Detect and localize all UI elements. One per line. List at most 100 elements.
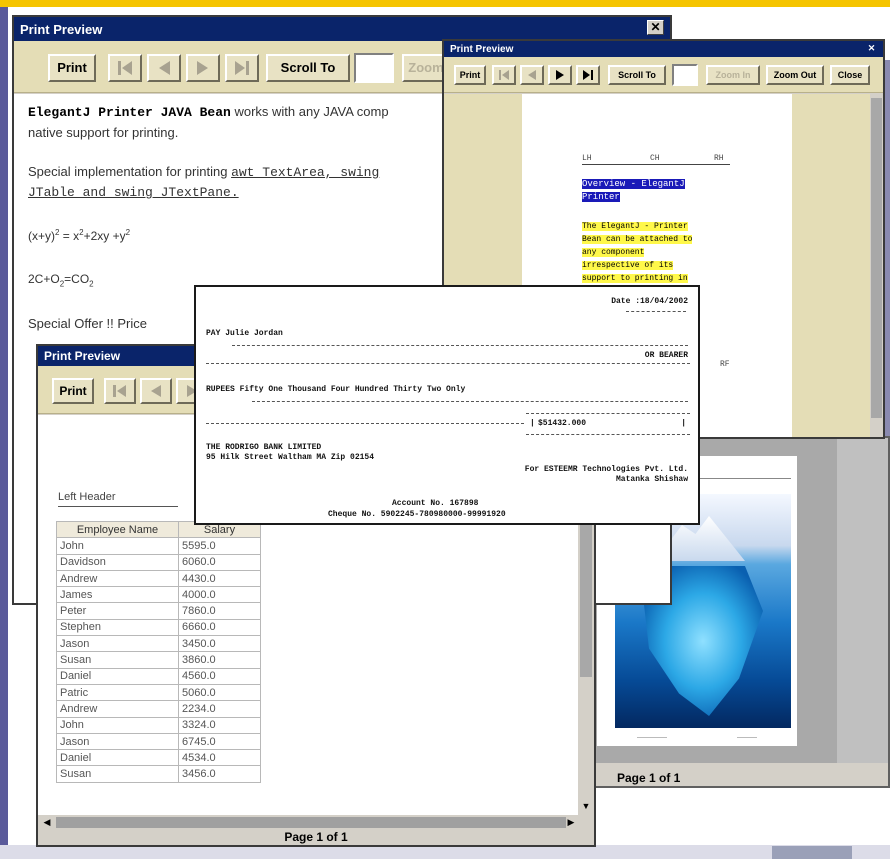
employee-name-cell: John — [56, 716, 179, 734]
equation-2: 2C+O2=CO2 — [28, 272, 94, 289]
first-page-icon — [118, 61, 132, 75]
employee-name-cell: Peter — [56, 602, 179, 620]
doc-line-3: Special implementation for printing — [28, 164, 232, 179]
left-header: LH — [582, 154, 592, 163]
center-header: CH — [650, 154, 660, 163]
next-page-button[interactable] — [186, 54, 220, 82]
print-button[interactable]: Print — [48, 54, 96, 82]
last-page-button[interactable] — [576, 65, 600, 85]
account-number: Account No. 167898 — [392, 499, 479, 508]
cheque-date: Date :18/04/2002 — [611, 297, 688, 306]
right-header: RH — [714, 154, 724, 163]
table-row: Patric 5060.0 — [56, 683, 261, 702]
table-row: Peter 7860.0 — [56, 602, 261, 620]
employee-name-cell: Andrew — [56, 569, 179, 588]
employee-name-cell: Davidson — [56, 553, 179, 571]
previous-icon — [528, 70, 536, 80]
first-page-button[interactable] — [104, 378, 136, 404]
title-bar: Print Preview ✕ — [444, 41, 883, 57]
window-title: Print Preview — [44, 349, 121, 363]
amount-box: | $51432.000 | — [526, 413, 690, 435]
salary-cell: 3456.0 — [178, 765, 261, 783]
employee-name-cell: Daniel — [56, 667, 179, 685]
top-accent-bar — [0, 0, 890, 7]
overview-text-2: Bean can be attached to — [582, 235, 693, 244]
next-page-button[interactable] — [548, 65, 572, 85]
salary-cell: 5060.0 — [178, 683, 261, 702]
doc-code-1: awt TextArea, swing — [231, 165, 380, 180]
salary-cell: 3450.0 — [178, 635, 261, 653]
next-icon — [556, 70, 564, 80]
last-page-icon — [583, 70, 593, 80]
print-button[interactable]: Print — [454, 65, 486, 85]
salary-cell: 4534.0 — [178, 749, 261, 767]
scroll-down-button[interactable]: ▼ — [578, 799, 594, 813]
cheque-page: Date :18/04/2002 PAY Julie Jordan OR BEA… — [194, 285, 700, 525]
scroll-left-button[interactable]: ◀ — [40, 815, 54, 830]
scroll-down-icon: ▼ — [581, 801, 591, 811]
salary-cell: 3860.0 — [178, 651, 261, 669]
next-icon — [197, 61, 208, 75]
special-offer: Special Offer !! Price — [28, 316, 147, 331]
salary-cell: 4000.0 — [178, 586, 261, 604]
doc-heading-bold: ElegantJ Printer JAVA Bean — [28, 105, 231, 120]
overview-text-5: support to printing in — [582, 274, 688, 283]
last-page-button[interactable] — [225, 54, 259, 82]
table-row: Stephen 6660.0 — [56, 618, 261, 637]
close-button[interactable]: ✕ — [647, 20, 664, 35]
close-label: Close — [837, 70, 863, 80]
background-strip — [0, 845, 890, 859]
toolbar: Print Scroll To Zoom In Zoom Out Close — [444, 57, 883, 93]
right-footer: RF — [720, 360, 730, 369]
previous-page-button[interactable] — [520, 65, 544, 85]
salary-cell: 3324.0 — [178, 716, 261, 734]
previous-page-button[interactable] — [147, 54, 181, 82]
print-button[interactable]: Print — [52, 378, 94, 404]
signatory-company: For ESTEEMR Technologies Pvt. Ltd. — [524, 465, 688, 474]
title-bar: Print Preview ✕ — [14, 17, 670, 41]
doc-line-1: works with any JAVA comp — [230, 104, 389, 119]
scroll-to-input[interactable] — [672, 64, 698, 86]
horizontal-scrollbar[interactable]: ◀ ▶ — [38, 815, 594, 830]
page-status: Page 1 of 1 — [284, 830, 348, 844]
salary-cell: 4560.0 — [178, 667, 261, 685]
previous-page-button[interactable] — [140, 378, 172, 404]
zoom-out-label: Zoom Out — [773, 70, 817, 80]
employee-name-cell: Jason — [56, 635, 179, 653]
doc-code-2: JTable and swing JTextPane. — [28, 185, 239, 200]
vertical-scrollbar[interactable] — [870, 94, 883, 437]
zoom-in-button[interactable]: Zoom In — [706, 65, 760, 85]
close-button-toolbar[interactable]: Close — [830, 65, 870, 85]
left-header: Left Header — [58, 491, 116, 503]
zoom-out-button[interactable]: Zoom Out — [766, 65, 824, 85]
first-page-button[interactable] — [492, 65, 516, 85]
payee: PAY Julie Jordan — [206, 329, 283, 338]
employee-table: Employee Name Salary John 5595.0 Davidson 6… — [56, 520, 261, 783]
scroll-to-button[interactable]: Scroll To — [266, 54, 350, 82]
window-title: Print Preview — [450, 43, 514, 55]
employee-name-cell: Susan — [56, 765, 179, 783]
salary-cell: 2234.0 — [178, 700, 261, 718]
background-block — [772, 846, 852, 859]
table-row: John 3324.0 — [56, 716, 261, 734]
scroll-right-button[interactable]: ▶ — [564, 815, 578, 830]
close-button[interactable]: ✕ — [866, 43, 877, 54]
table-row: Daniel 4534.0 — [56, 749, 261, 767]
scroll-left-icon: ◀ — [43, 817, 51, 827]
salary-cell: 6745.0 — [178, 732, 261, 751]
first-page-button[interactable] — [108, 54, 142, 82]
column-header-name: Employee Name — [56, 520, 179, 539]
bank-name: THE RODRIGO BANK LIMITED — [206, 443, 322, 452]
salary-cell: 4430.0 — [178, 569, 261, 588]
cheque-number: Cheque No. 5902245-780980000-99991920 — [328, 510, 506, 519]
table-row: Susan 3456.0 — [56, 765, 261, 783]
table-row: John 5595.0 — [56, 537, 261, 555]
scroll-to-input[interactable] — [354, 53, 394, 83]
equation-1: (x+y)2 = x2+2xy +y2 — [28, 228, 131, 243]
table-row: Andrew 2234.0 — [56, 700, 261, 718]
employee-name-cell: Daniel — [56, 749, 179, 767]
print-label: Print — [459, 70, 481, 80]
scroll-to-button[interactable]: Scroll To — [608, 65, 666, 85]
overview-heading-2: Printer — [582, 192, 620, 202]
employee-name-cell: James — [56, 586, 179, 604]
